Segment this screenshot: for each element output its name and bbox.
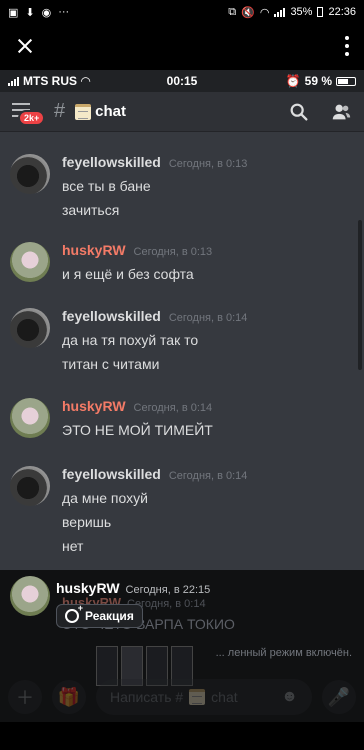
message-input[interactable]: Написать # chat ☻ — [96, 679, 312, 715]
close-icon[interactable] — [14, 34, 38, 58]
slowmode-notice: ... ленный режим включён. — [215, 647, 352, 659]
message-text: веришь — [62, 514, 112, 530]
more-notifications-label: ··· — [58, 6, 70, 18]
members-icon[interactable] — [330, 101, 352, 123]
composer-channel: chat — [211, 689, 238, 705]
popup-timestamp: Сегодня, в 22:15 — [125, 584, 211, 596]
message-author[interactable]: feyellowskilled — [62, 154, 161, 170]
reaction-label: Реакция — [85, 609, 134, 623]
download-icon: ⬇ — [25, 6, 35, 19]
message[interactable]: huskyRW Сегодня, в 0:13 и я ещё и без со… — [10, 242, 350, 286]
message-timestamp: Сегодня, в 0:13 — [133, 246, 213, 258]
microphone-icon[interactable]: 🎤 — [322, 680, 356, 714]
message-author[interactable]: feyellowskilled — [62, 308, 161, 324]
message-text: ЭТО НЕ МОЙ ТИМЕЙТ — [62, 422, 213, 438]
message-text: зачиться — [62, 202, 120, 218]
image-viewer-toolbar — [0, 24, 364, 68]
reaction-popup: huskyRW Сегодня, в 22:15 Реакция — [0, 570, 364, 640]
unread-badge: 2k+ — [18, 109, 46, 126]
reaction-button[interactable]: Реакция — [56, 603, 143, 628]
discord-icon: ◉ — [41, 6, 52, 19]
channel-header: 2k+ # chat — [0, 92, 364, 132]
menu-button[interactable]: 2k+ — [12, 102, 46, 126]
avatar[interactable] — [10, 398, 50, 438]
ios-time: 00:15 — [166, 74, 198, 88]
message-text: да мне похуй — [62, 490, 148, 506]
android-nav-area — [0, 722, 364, 750]
battery-icon — [336, 76, 356, 86]
message-composer: ＋ 🎁 Написать # chat ☻ 🎤 — [0, 672, 364, 722]
battery-icon — [317, 7, 324, 17]
message-timestamp: Сегодня, в 0:13 — [168, 158, 248, 170]
add-button[interactable]: ＋ — [8, 680, 42, 714]
channel-title: chat — [75, 103, 126, 120]
message[interactable]: feyellowskilled Сегодня, в 0:14 да мне п… — [10, 466, 350, 558]
message-text: нет — [62, 538, 84, 554]
signal-icon — [274, 7, 286, 17]
avatar[interactable] — [10, 308, 50, 348]
composer-placeholder: Написать # — [110, 689, 184, 705]
notepad-icon — [189, 689, 206, 705]
hash-icon: # — [54, 100, 66, 122]
gift-icon[interactable]: 🎁 — [52, 680, 86, 714]
message-timestamp: Сегодня, в 0:14 — [133, 402, 213, 414]
wifi-icon: ◠ — [259, 6, 270, 19]
android-status-bar: ▣ ⬇ ◉ ··· ⧉ 🔇 ◠ 35% 22:36 — [0, 0, 364, 24]
more-vertical-icon[interactable] — [344, 36, 350, 56]
message[interactable]: feyellowskilled Сегодня, в 0:14 да на тя… — [10, 308, 350, 376]
avatar[interactable] — [10, 242, 50, 282]
message[interactable]: huskyRW Сегодня, в 0:14 ЭТО НЕ МОЙ ТИМЕЙ… — [10, 398, 350, 442]
emoji-icon[interactable]: ☻ — [281, 688, 298, 706]
mute-icon: 🔇 — [241, 6, 255, 19]
avatar[interactable] — [10, 466, 50, 506]
message[interactable]: feyellowskilled Сегодня, в 0:13 все ты в… — [10, 154, 350, 222]
message-text: все ты в бане — [62, 178, 151, 194]
android-time: 22:36 — [328, 6, 356, 18]
add-reaction-icon — [65, 603, 83, 623]
channel-name: chat — [95, 103, 126, 120]
cast-icon: ⧉ — [228, 5, 237, 18]
notepad-icon — [75, 103, 92, 120]
ios-status-bar: MTS RUS ◠ 00:15 ⏰ 59 % — [0, 70, 364, 92]
gallery-icon: ▣ — [8, 6, 19, 19]
avatar — [10, 576, 50, 616]
message-timestamp: Сегодня, в 0:14 — [168, 470, 248, 482]
message-text: да на тя похуй так то — [62, 332, 199, 348]
message-timestamp: Сегодня, в 0:14 — [168, 312, 248, 324]
scrollbar[interactable] — [358, 220, 362, 370]
message-author[interactable]: huskyRW — [62, 398, 126, 414]
message-text: и я ещё и без софта — [62, 266, 194, 282]
message-list[interactable]: feyellowskilled Сегодня, в 0:13 все ты в… — [0, 132, 364, 632]
popup-author: huskyRW — [56, 580, 120, 596]
message-author[interactable]: feyellowskilled — [62, 466, 161, 482]
message-author[interactable]: huskyRW — [62, 242, 126, 258]
search-icon[interactable] — [288, 101, 310, 123]
battery-percent: 35% — [290, 6, 313, 18]
message-text: титан с читами — [62, 356, 160, 372]
avatar[interactable] — [10, 154, 50, 194]
